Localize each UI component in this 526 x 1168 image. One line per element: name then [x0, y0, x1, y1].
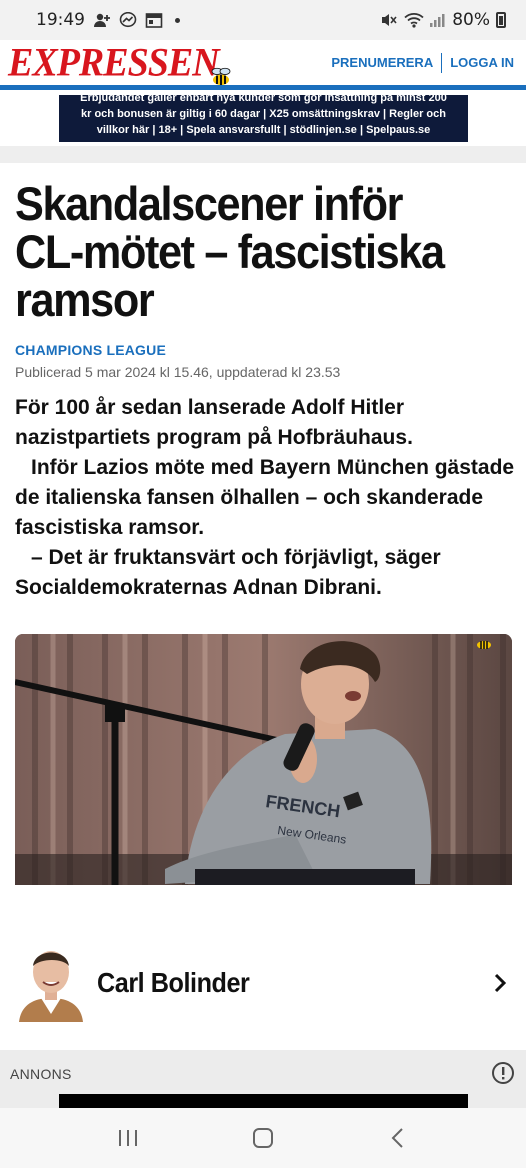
wasp-icon [209, 52, 233, 85]
notification-dot-icon [175, 17, 180, 23]
author-byline[interactable]: Carl Bolinder [0, 940, 526, 1026]
recent-apps-icon[interactable] [113, 1123, 143, 1153]
battery-percent: 80% [452, 10, 490, 30]
author-avatar [15, 944, 87, 1022]
wifi-icon [404, 12, 424, 28]
header-divider [441, 52, 443, 73]
person-add-icon [93, 12, 111, 28]
gambling-ad[interactable]: Erbjudandet gäller enbart nya kunder som… [59, 95, 468, 142]
lead-paragraph: Inför Lazios möte med Bayern München gäs… [15, 456, 515, 539]
article-lead: För 100 år sedan lanserade Adolf Hitler … [15, 393, 515, 603]
ad-line-1: Erbjudandet gäller enbart nya kunder som… [80, 95, 447, 104]
info-icon[interactable] [491, 1061, 515, 1085]
lead-paragraph: – Det är fruktansvärt och förjävligt, sä… [15, 546, 441, 599]
status-bar: 19:49 80% [0, 0, 526, 40]
messenger-icon [119, 11, 137, 28]
article-kicker[interactable]: CHAMPIONS LEAGUE [15, 342, 166, 358]
section-divider [0, 146, 526, 163]
battery-icon [496, 12, 506, 28]
author-name[interactable]: Carl Bolinder [97, 967, 250, 999]
publish-date: Publicerad 5 mar 2024 kl 15.46, uppdater… [15, 364, 341, 380]
ad-line-3: villkor här | 18+ | Spela ansvarsfullt |… [96, 124, 431, 136]
home-icon[interactable] [248, 1123, 278, 1153]
logo-text: EXPRESSEN [8, 40, 220, 85]
annons-label: ANNONS [10, 1066, 72, 1082]
ad-slot[interactable] [59, 1094, 468, 1108]
expressen-logo[interactable]: EXPRESSEN [8, 39, 231, 85]
article-image[interactable]: FRENCH New Orleans [15, 634, 512, 885]
login-link[interactable]: LOGGA IN [450, 55, 514, 70]
wasp-icon [474, 636, 494, 650]
article-headline: Skandalscener inför CL-mötet – fascistis… [15, 177, 445, 326]
subscribe-link[interactable]: PRENUMERERA [331, 55, 433, 70]
calendar-icon [145, 12, 163, 28]
back-icon[interactable] [383, 1123, 413, 1153]
annons-section: ANNONS [0, 1050, 526, 1108]
system-nav-bar [0, 1108, 526, 1168]
site-header: EXPRESSEN PRENUMERERA LOGGA IN [0, 40, 526, 90]
signal-icon [428, 12, 446, 28]
lead-paragraph: För 100 år sedan lanserade Adolf Hitler … [15, 396, 413, 449]
status-time: 19:49 [36, 10, 85, 30]
chevron-right-icon[interactable] [488, 971, 512, 995]
ad-line-2: kr och bonusen är giltig i 60 dagar | X2… [81, 108, 446, 120]
mute-icon [380, 12, 398, 28]
header-links: PRENUMERERA LOGGA IN [331, 52, 514, 73]
